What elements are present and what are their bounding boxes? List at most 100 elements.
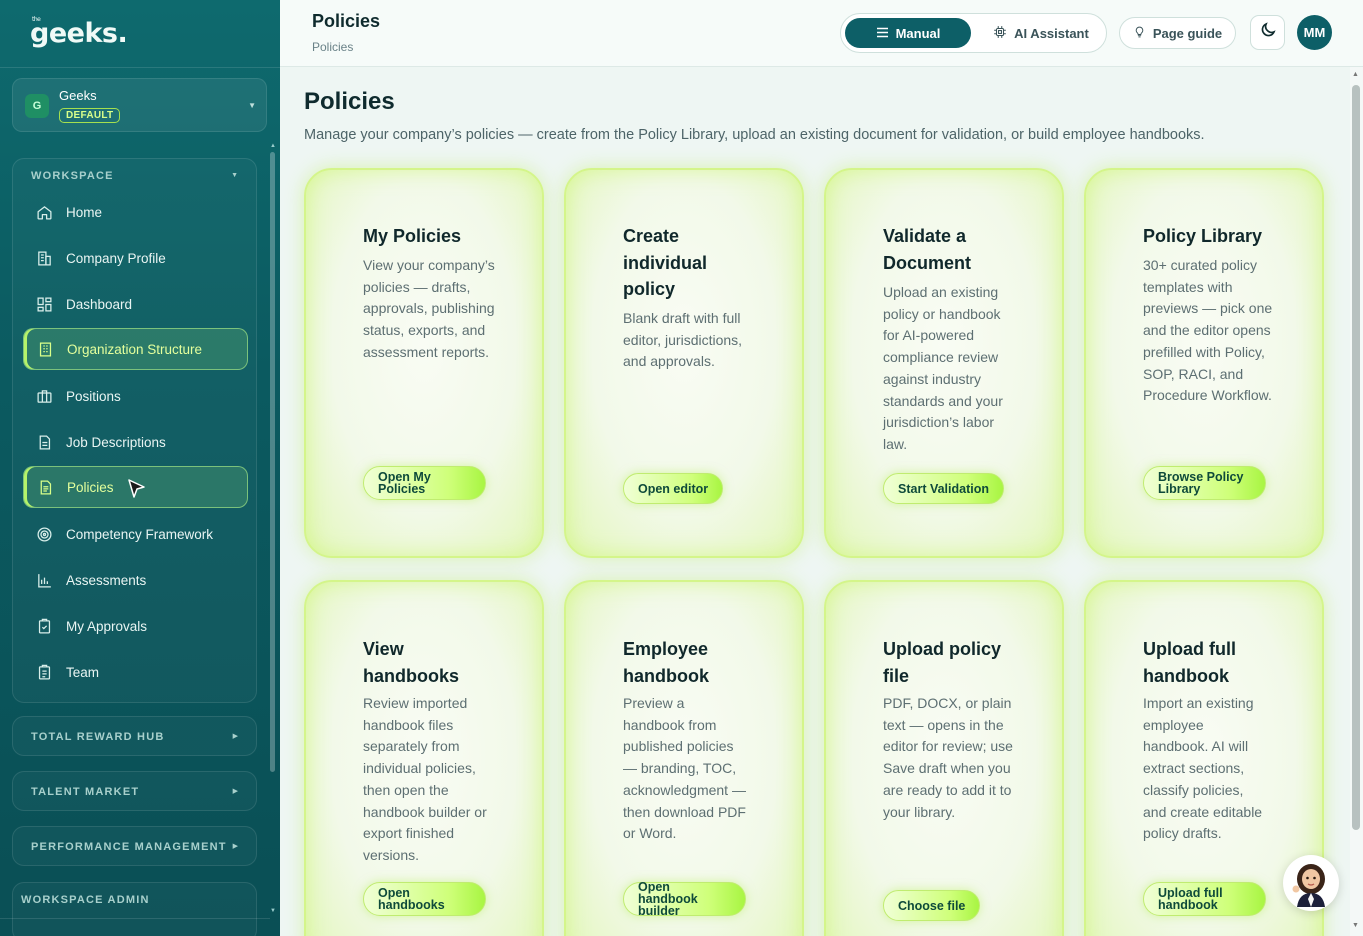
top-bar: Policies Policies Manual AI Assistant Pa… [280, 0, 1363, 67]
card-employee-handbook[interactable]: Employee handbook Preview a handbook fro… [564, 580, 804, 936]
chevron-down-icon: ▼ [248, 101, 256, 110]
card-description: Upload an existing policy or handbook fo… [883, 284, 1003, 452]
card-my-policies[interactable]: My Policies View your company’s policies… [304, 168, 544, 558]
bar-chart-icon [35, 571, 53, 589]
sidebar-item-competency-framework[interactable]: Competency Framework [23, 513, 248, 555]
group-label: PERFORMANCE MANAGEMENT [31, 841, 227, 853]
org-name: Geeks [59, 88, 97, 103]
sidebar-group-talent-market[interactable]: TALENT MARKET ▶ [12, 771, 257, 811]
card-title: Upload policy file [883, 639, 1002, 686]
workspace-group: WORKSPACE ▼ Home Company Profile Dashboa… [12, 158, 257, 703]
org-building-icon [36, 340, 54, 358]
sidebar-item-dashboard[interactable]: Dashboard [23, 283, 248, 325]
sidebar-item-label: Home [66, 204, 103, 220]
mode-switch: Manual AI Assistant [840, 13, 1107, 53]
card-policy-library[interactable]: Policy Library 30+ curated policy templa… [1084, 168, 1324, 558]
sidebar-item-company-profile[interactable]: Company Profile [23, 237, 248, 279]
card-description: Review imported handbook files separatel… [363, 695, 487, 863]
card-create-individual-policy[interactable]: Create individual policy Blank draft wit… [564, 168, 804, 558]
sidebar-item-team[interactable]: Team [23, 651, 248, 693]
sidebar-item-assessments[interactable]: Assessments [23, 559, 248, 601]
start-validation-button[interactable]: Start Validation [883, 473, 1004, 504]
group-label: WORKSPACE ADMIN [21, 894, 150, 906]
card-title: Create individual policy [623, 226, 708, 299]
page-guide-label: Page guide [1152, 25, 1223, 41]
sidebar: the geeks. G Geeks DEFAULT ▼ WORKSPACE ▼… [0, 0, 280, 936]
card-upload-policy-file[interactable]: Upload policy file PDF, DOCX, or plain t… [824, 580, 1064, 936]
sidebar-item-positions[interactable]: Positions [23, 375, 248, 417]
sidebar-scrollbar[interactable] [270, 152, 275, 772]
sidebar-item-label: Positions [66, 388, 121, 404]
lightbulb-icon [1133, 25, 1146, 42]
theme-toggle-button[interactable] [1250, 15, 1285, 50]
org-default-badge: DEFAULT [59, 108, 121, 123]
geeks-logo[interactable]: the geeks. [30, 16, 128, 49]
chevron-down-icon[interactable]: ▼ [231, 172, 238, 179]
mouse-cursor-icon [128, 479, 145, 498]
sidebar-item-my-approvals[interactable]: My Approvals [23, 605, 248, 647]
open-handbooks-button[interactable]: Open handbooks [363, 882, 486, 916]
briefcase-icon [35, 387, 53, 405]
scroll-up-arrow-icon[interactable]: ▲ [270, 143, 276, 149]
ai-assistant-mode-button[interactable]: AI Assistant [981, 18, 1101, 48]
sidebar-item-home[interactable]: Home [23, 191, 248, 233]
card-description: View your company’s policies — drafts, a… [363, 257, 495, 360]
open-editor-button[interactable]: Open editor [623, 473, 724, 504]
card-description: 30+ curated policy templates with previe… [1143, 257, 1273, 404]
logo-text: geeks. [30, 18, 128, 49]
browse-policy-library-button[interactable]: Browse Policy Library [1143, 466, 1266, 500]
menu-icon [876, 26, 889, 41]
card-title: Policy Library [1143, 226, 1263, 246]
sidebar-item-label: Competency Framework [66, 526, 214, 542]
chevron-right-icon: ▶ [232, 843, 238, 850]
sidebar-item-label: Team [66, 664, 100, 680]
card-description: Preview a handbook from published polici… [623, 695, 746, 842]
card-title: View handbooks [363, 639, 460, 686]
choose-file-button[interactable]: Choose file [883, 890, 981, 921]
sidebar-group-workspace-admin[interactable]: WORKSPACE ADMIN [12, 882, 257, 936]
sidebar-bottom-divider [0, 918, 270, 919]
user-avatar[interactable]: MM [1297, 15, 1332, 50]
card-description: Import an existing employee handbook. AI… [1143, 695, 1263, 842]
scroll-down-arrow-icon[interactable]: ▼ [270, 908, 276, 914]
assistant-character-icon [1292, 864, 1325, 907]
sidebar-item-label: Company Profile [66, 250, 166, 266]
open-handbook-builder-button[interactable]: Open handbook builder [623, 881, 746, 917]
clipboard-check-icon [35, 617, 53, 635]
card-title: Validate a Document [883, 226, 972, 273]
sidebar-group-performance-management[interactable]: PERFORMANCE MANAGEMENT ▶ [12, 826, 257, 866]
card-title: Employee handbook [623, 639, 709, 686]
card-description: PDF, DOCX, or plain text — opens in the … [883, 695, 1013, 820]
page-heading: Policies [304, 88, 395, 115]
sidebar-item-label: Organization Structure [67, 341, 203, 357]
open-my-policies-button[interactable]: Open My Policies [363, 466, 486, 500]
manual-mode-button[interactable]: Manual [845, 18, 971, 48]
page-guide-button[interactable]: Page guide [1119, 17, 1236, 49]
group-label: TALENT MARKET [31, 786, 140, 798]
sidebar-group-total-reward-hub[interactable]: TOTAL REWARD HUB ▶ [12, 716, 257, 756]
chevron-right-icon: ▶ [232, 788, 238, 795]
breadcrumb[interactable]: Policies [312, 40, 353, 54]
target-icon [35, 525, 53, 543]
workspace-group-label[interactable]: WORKSPACE [31, 170, 114, 182]
assistant-avatar-button[interactable] [1283, 855, 1339, 911]
main-scrollbar-thumb[interactable] [1352, 85, 1360, 830]
sidebar-item-label: My Approvals [66, 618, 148, 634]
policy-document-icon [36, 478, 54, 496]
sidebar-item-job-descriptions[interactable]: Job Descriptions [23, 421, 248, 463]
chevron-right-icon: ▶ [232, 733, 238, 740]
card-view-handbooks[interactable]: View handbooks Review imported handbook … [304, 580, 544, 936]
sidebar-item-label: Assessments [66, 572, 147, 588]
building-icon [35, 249, 53, 267]
document-icon [35, 433, 53, 451]
scroll-down-arrow-icon[interactable]: ▼ [1352, 922, 1359, 929]
card-validate-document[interactable]: Validate a Document Upload an existing p… [824, 168, 1064, 558]
card-title: Upload full handbook [1143, 639, 1236, 686]
sidebar-item-organization-structure[interactable]: Organization Structure [23, 328, 248, 370]
scroll-up-arrow-icon[interactable]: ▲ [1352, 71, 1359, 78]
sidebar-item-label: Dashboard [66, 296, 133, 312]
organization-switcher[interactable]: G Geeks DEFAULT ▼ [12, 78, 267, 132]
clipboard-icon [35, 663, 53, 681]
card-title: My Policies [363, 226, 462, 246]
upload-full-handbook-button[interactable]: Upload full handbook [1143, 882, 1266, 916]
